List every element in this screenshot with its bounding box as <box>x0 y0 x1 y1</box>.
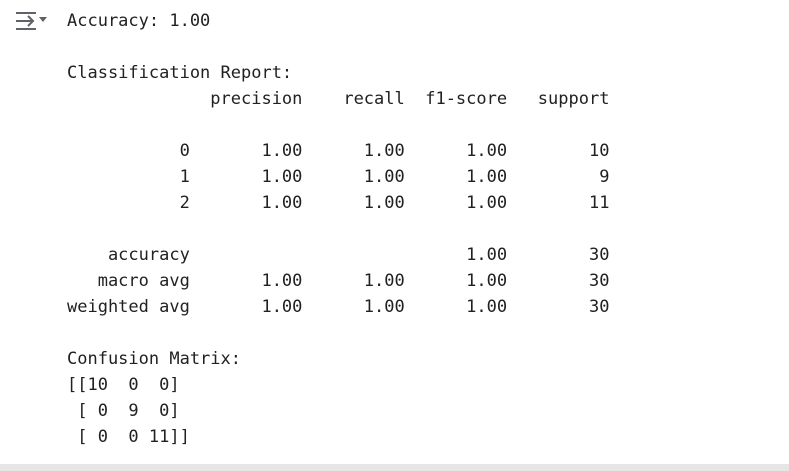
report-row-class-2: 2 1.00 1.00 1.00 11 <box>67 193 610 213</box>
confusion-matrix-row: [ 0 9 0] <box>67 401 180 421</box>
confusion-matrix-row: [[10 0 0] <box>67 375 180 395</box>
accuracy-line: Accuracy: 1.00 <box>67 11 211 31</box>
report-row-weighted-avg: weighted avg 1.00 1.00 1.00 30 <box>67 297 610 317</box>
confusion-matrix-title: Confusion Matrix: <box>67 349 241 369</box>
cell-bottom-divider <box>0 464 789 471</box>
report-header-row: precision recall f1-score support <box>67 89 610 109</box>
confusion-matrix-row: [ 0 0 11]] <box>67 427 190 447</box>
report-row-macro-avg: macro avg 1.00 1.00 1.00 30 <box>67 271 610 291</box>
cell-output-area: Accuracy: 1.00 Classification Report: pr… <box>0 0 789 464</box>
collapse-output-icon[interactable] <box>14 8 50 34</box>
stdout-text: Accuracy: 1.00 Classification Report: pr… <box>67 8 609 450</box>
report-row-accuracy: accuracy 1.00 30 <box>67 245 610 265</box>
report-row-class-0: 0 1.00 1.00 1.00 10 <box>67 141 610 161</box>
report-row-class-1: 1 1.00 1.00 1.00 9 <box>67 167 610 187</box>
report-title: Classification Report: <box>67 63 293 83</box>
